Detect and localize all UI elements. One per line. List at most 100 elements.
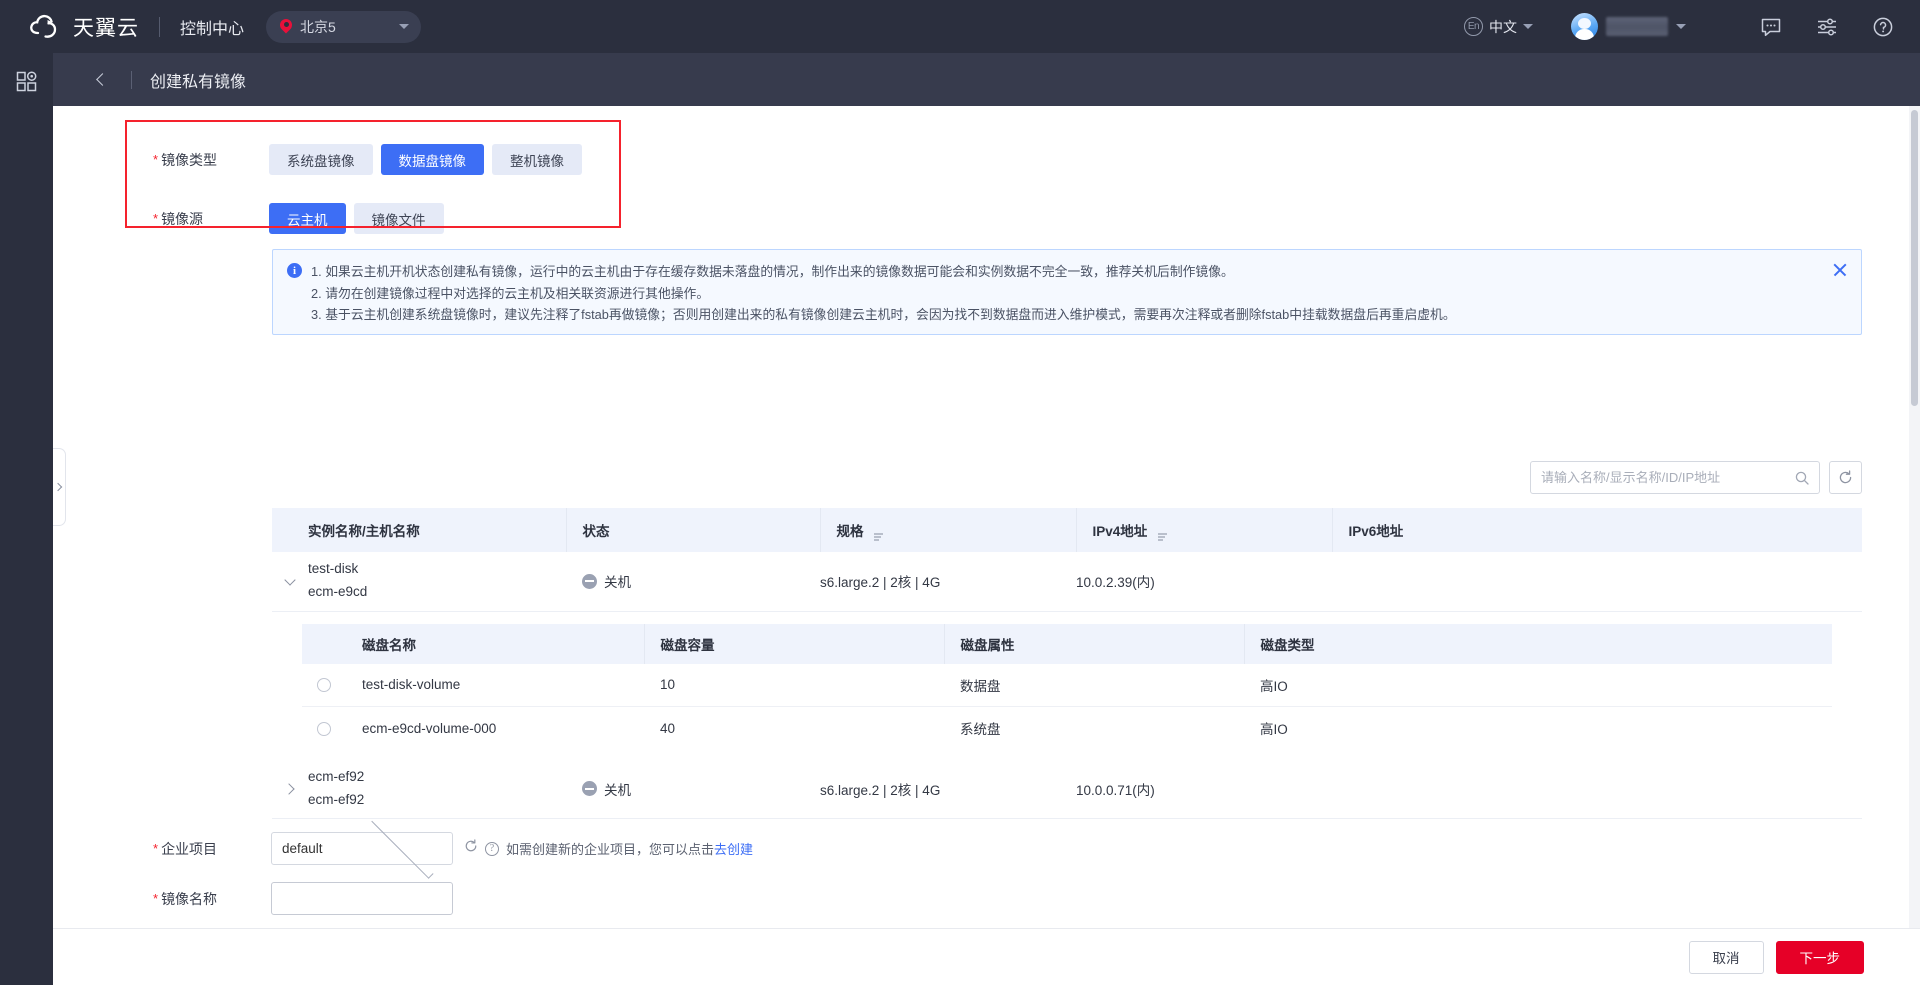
disk-select-column — [302, 623, 346, 664]
region-selector[interactable]: 北京5 — [266, 10, 422, 43]
project-refresh-button[interactable] — [464, 839, 478, 858]
table-row[interactable]: test-disk ecm-e9cd 关机 s6.large.2 | 2核 | … — [272, 552, 1862, 612]
chevron-down-icon — [370, 816, 433, 878]
required-marker: * — [153, 211, 159, 226]
console-title: 控制中心 — [180, 20, 245, 38]
disk-select-cell[interactable] — [302, 707, 346, 750]
column-ipv4[interactable]: IPv4地址 — [1076, 508, 1333, 552]
search-input[interactable] — [1541, 470, 1795, 485]
sort-icon[interactable] — [1158, 533, 1168, 541]
list-item[interactable]: test-disk-volume 10 数据盘 高IO — [302, 663, 1832, 707]
notice-line-3: 3. 基于云主机创建系统盘镜像时，建议先注释了fstab再做镜像；否则用创建出来… — [311, 307, 1456, 322]
option-full-machine-image[interactable]: 整机镜像 — [492, 144, 582, 175]
image-name-input[interactable] — [271, 882, 453, 915]
disk-name: ecm-e9cd-volume-000 — [362, 720, 497, 736]
chat-icon[interactable] — [1760, 16, 1782, 38]
cell-ipv6 — [1332, 759, 1862, 819]
field-image-type: * 镜像类型 系统盘镜像 数据盘镜像 整机镜像 — [153, 144, 582, 175]
disk-attribute: 数据盘 — [944, 663, 1244, 707]
close-icon[interactable] — [1832, 262, 1848, 278]
status-stopped-icon — [582, 573, 597, 589]
instance-hostname: ecm-e9cd — [308, 584, 368, 600]
help-circle-icon[interactable] — [1872, 16, 1894, 38]
page-title: 创建私有镜像 — [150, 73, 247, 91]
cell-ipv4: 10.0.0.71(内) — [1076, 759, 1332, 819]
option-data-disk-image[interactable]: 数据盘镜像 — [380, 144, 484, 175]
disk-table: 磁盘名称 磁盘容量 磁盘属性 磁盘类型 test-disk-volume 10 … — [302, 623, 1832, 750]
top-navigation-bar: 天翼云 控制中心 北京5 En 中文 — [0, 0, 1920, 53]
sort-icon[interactable] — [874, 533, 884, 541]
cell-ipv6 — [1332, 552, 1862, 612]
header-actions: En 中文 — [1464, 13, 1894, 40]
cloud-logo-icon — [30, 14, 64, 40]
brand-logo[interactable]: 天翼云 — [30, 12, 139, 42]
chevron-down-icon — [284, 574, 296, 586]
field-enterprise-project: * 企业项目 default ? 如需创建新的企业项目，您可以点击去创建 — [153, 816, 753, 878]
sidebar-expand-handle[interactable] — [53, 448, 66, 526]
disk-table-head: 磁盘名称 磁盘容量 磁盘属性 磁盘类型 — [302, 623, 1832, 664]
settings-sliders-icon[interactable] — [1816, 16, 1838, 38]
column-instance-name: 实例名称/主机名称 — [308, 508, 567, 552]
disk-radio-button[interactable] — [317, 678, 331, 693]
option-cloud-host[interactable]: 云主机 — [269, 203, 346, 234]
row-expander-cell[interactable] — [272, 552, 308, 612]
cell-spec: s6.large.2 | 2核 | 4G — [820, 759, 1076, 819]
option-image-file[interactable]: 镜像文件 — [353, 203, 444, 234]
refresh-icon — [1839, 470, 1852, 484]
instance-name: test-disk — [308, 561, 359, 577]
column-status: 状态 — [566, 508, 821, 552]
enterprise-project-select[interactable]: default — [271, 816, 453, 878]
required-marker: * — [153, 152, 159, 167]
column-spec[interactable]: 规格 — [820, 508, 1077, 552]
table-toolbar — [272, 461, 1862, 494]
cell-ipv4: 10.0.2.39(内) — [1076, 552, 1332, 612]
cancel-button[interactable]: 取消 — [1688, 940, 1764, 974]
info-notice: i 1. 如果云主机开机状态创建私有镜像，运行中的云主机由于存在缓存数据未落盘的… — [272, 249, 1862, 335]
help-circle-icon[interactable]: ? — [485, 841, 499, 856]
user-menu[interactable] — [1571, 13, 1686, 40]
vertical-scrollbar[interactable] — [1909, 106, 1920, 928]
option-system-disk-image[interactable]: 系统盘镜像 — [269, 144, 373, 175]
chevron-down-icon — [1676, 24, 1686, 29]
cell-instance-name: test-disk ecm-e9cd — [308, 552, 566, 612]
instance-table: 实例名称/主机名称 状态 规格 IPv4地址 IPv6地址 test-disk … — [272, 508, 1862, 819]
search-icon[interactable] — [1795, 471, 1809, 485]
list-item[interactable]: ecm-e9cd-volume-000 40 系统盘 高IO — [302, 707, 1832, 750]
expand-toggle[interactable] — [272, 783, 308, 795]
field-image-source: * 镜像源 云主机 镜像文件 — [153, 203, 444, 234]
column-ipv6: IPv6地址 — [1332, 508, 1862, 552]
app-grid-button[interactable] — [0, 53, 53, 109]
hint-prefix: 如需创建新的企业项目，您可以点击 — [506, 842, 715, 857]
disk-radio-button[interactable] — [317, 721, 331, 736]
brand-name: 天翼云 — [73, 16, 139, 40]
chevron-down-icon — [1523, 24, 1533, 29]
disk-attribute: 系统盘 — [960, 722, 1001, 738]
refresh-button[interactable] — [1829, 461, 1862, 494]
cell-status: 关机 — [566, 552, 820, 612]
status-badge: 关机 — [604, 782, 631, 798]
grid-icon — [16, 70, 37, 91]
notice-line-2: 2. 请勿在创建镜像过程中对选择的云主机及相关联资源进行其他操作。 — [311, 285, 710, 301]
enterprise-project-hint: 如需创建新的企业项目，您可以点击去创建 — [506, 839, 753, 858]
expander-column — [272, 508, 308, 552]
instance-hostname: ecm-ef92 — [308, 791, 365, 807]
chevron-down-icon — [399, 24, 410, 29]
row-expander-cell[interactable] — [272, 759, 308, 819]
image-type-label: * 镜像类型 — [153, 151, 218, 168]
column-disk-attribute: 磁盘属性 — [944, 623, 1245, 664]
disk-size: 40 — [660, 720, 676, 736]
expand-toggle[interactable] — [272, 574, 308, 586]
header-divider — [159, 16, 160, 37]
disk-type: 高IO — [1244, 663, 1832, 707]
create-project-link[interactable]: 去创建 — [714, 842, 753, 857]
scrollbar-thumb[interactable] — [1911, 110, 1918, 406]
location-pin-icon — [280, 19, 292, 35]
next-step-button[interactable]: 下一步 — [1775, 940, 1864, 974]
column-disk-type: 磁盘类型 — [1244, 623, 1832, 664]
disk-select-cell[interactable] — [302, 663, 346, 707]
search-box[interactable] — [1530, 461, 1820, 494]
back-button[interactable] — [81, 53, 123, 106]
language-switcher[interactable]: En 中文 — [1464, 17, 1533, 37]
instance-table-body: test-disk ecm-e9cd 关机 s6.large.2 | 2核 | … — [272, 552, 1862, 819]
table-row[interactable]: ecm-ef92 ecm-ef92 关机 s6.large.2 | 2核 | 4… — [272, 759, 1862, 819]
